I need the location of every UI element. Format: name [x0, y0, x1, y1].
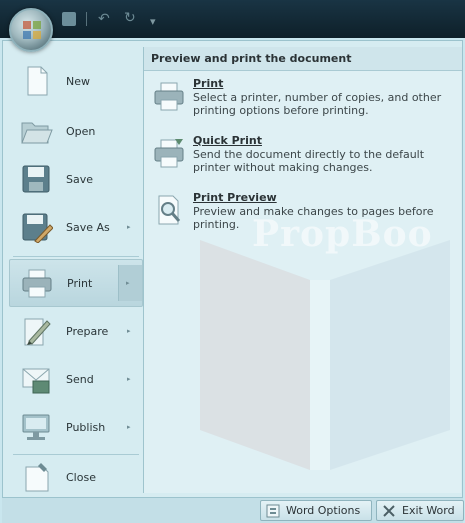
menu-commands: New Open Save Save As ▸ Print ▸ Prepare … — [9, 47, 143, 493]
submenu-item-title: Print Preview — [193, 191, 277, 204]
submenu-arrow-icon: ▸ — [127, 375, 131, 383]
menu-item-send[interactable]: Send ▸ — [9, 355, 143, 403]
print-preview-icon — [158, 195, 181, 225]
options-icon — [266, 504, 280, 517]
menu-item-label: Print — [67, 276, 93, 290]
menu-item-prepare[interactable]: Prepare ▸ — [9, 307, 143, 355]
menu-item-label: Publish — [66, 420, 106, 434]
redo-icon[interactable]: ↻ — [124, 8, 136, 28]
quick-save-icon[interactable] — [62, 12, 76, 26]
menu-item-label: Save As — [66, 220, 110, 234]
send-icon — [22, 368, 50, 394]
menu-item-print[interactable]: Print ▸ — [9, 259, 143, 307]
submenu-arrow-icon: ▸ — [127, 223, 131, 231]
menu-footer: Word Options Exit Word — [2, 498, 464, 523]
menu-item-label: Open — [66, 124, 96, 138]
word-options-button[interactable]: Word Options — [260, 500, 372, 521]
menu-item-open[interactable]: Open — [9, 107, 143, 155]
submenu-arrow-box[interactable] — [118, 265, 142, 301]
customize-toolbar-icon[interactable]: ▾ — [150, 11, 156, 31]
menu-item-publish[interactable]: Publish ▸ — [9, 403, 143, 451]
submenu-item-title: Quick Print — [193, 134, 262, 147]
close-icon — [383, 504, 395, 517]
title-bar: ↶ ↻ ▾ — [0, 0, 465, 38]
printer-icon — [154, 82, 184, 111]
publish-icon — [22, 414, 50, 440]
toolbar-divider — [86, 12, 87, 26]
close-document-icon — [25, 463, 49, 492]
menu-item-label: Save — [66, 172, 94, 186]
undo-icon[interactable]: ↶ — [98, 9, 110, 29]
print-submenu: Preview and print the document Print Sel… — [143, 47, 462, 493]
menu-item-label: Prepare — [66, 324, 109, 338]
prepare-icon — [24, 318, 51, 346]
submenu-item-print-preview[interactable]: Print Preview Preview and make changes t… — [150, 191, 456, 249]
printer-icon — [22, 269, 52, 298]
menu-item-new[interactable]: New — [9, 57, 143, 105]
new-document-icon — [27, 66, 48, 96]
submenu-item-title: Print — [193, 77, 224, 90]
word-options-label: Word Options — [286, 504, 361, 517]
menu-item-label: New — [66, 74, 90, 88]
submenu-item-description: Preview and make changes to pages before… — [193, 205, 434, 231]
exit-word-label: Exit Word — [402, 504, 455, 517]
menu-item-save[interactable]: Save — [9, 155, 143, 203]
submenu-heading: Preview and print the document — [144, 47, 462, 71]
submenu-arrow-icon: ▸ — [127, 423, 131, 431]
exit-word-button[interactable]: Exit Word — [376, 500, 464, 521]
save-as-icon — [22, 213, 53, 243]
menu-item-label: Close — [66, 470, 96, 484]
menu-divider — [13, 256, 139, 257]
submenu-item-description: Send the document directly to the defaul… — [193, 148, 425, 174]
submenu-item-quick-print[interactable]: Quick Print Send the document directly t… — [150, 134, 456, 192]
office-menu: New Open Save Save As ▸ Print ▸ Prepare … — [2, 40, 463, 498]
menu-item-label: Send — [66, 372, 94, 386]
menu-item-save-as[interactable]: Save As ▸ — [9, 203, 143, 251]
open-folder-icon — [21, 122, 53, 144]
submenu-arrow-icon: ▸ — [126, 279, 130, 287]
submenu-item-description: Select a printer, number of copies, and … — [193, 91, 442, 117]
submenu-arrow-icon: ▸ — [127, 327, 131, 335]
menu-item-close[interactable]: Close — [9, 453, 143, 501]
quick-print-icon — [154, 139, 184, 168]
office-button[interactable] — [9, 8, 53, 52]
office-logo-icon — [23, 21, 41, 39]
submenu-item-print[interactable]: Print Select a printer, number of copies… — [150, 77, 456, 135]
save-icon — [22, 165, 50, 193]
